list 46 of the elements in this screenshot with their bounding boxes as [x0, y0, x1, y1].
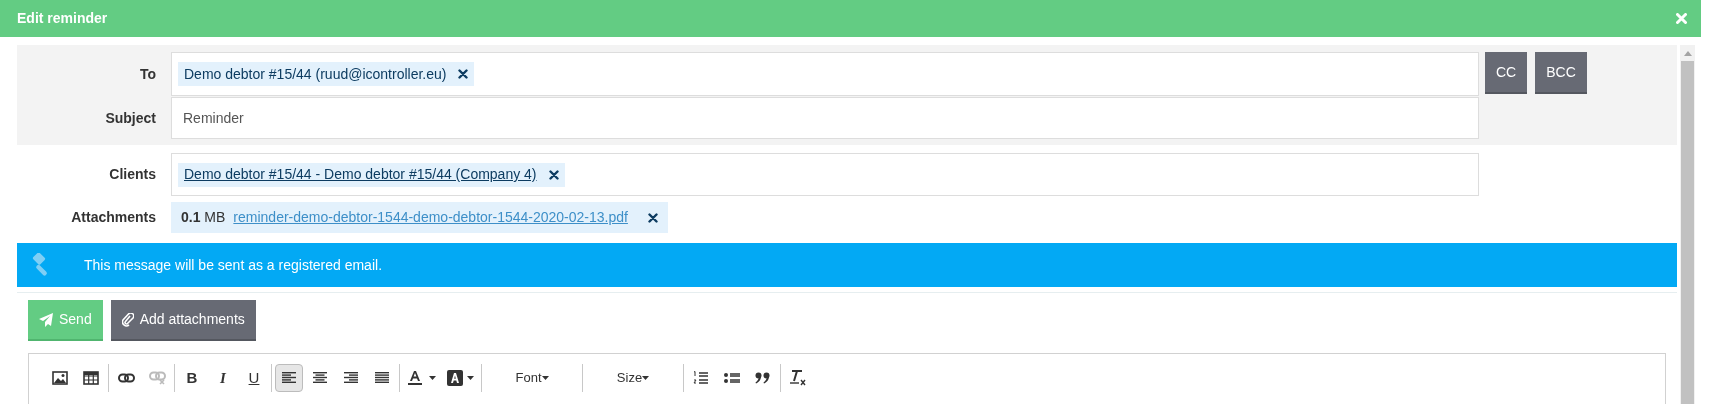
justify-icon — [374, 372, 390, 384]
copy-button[interactable]: CC — [1485, 52, 1528, 94]
align-center-icon — [312, 372, 328, 384]
recipient-name: Demo debtor #15/44 (ruud@icontroller.eu) — [184, 64, 447, 84]
align-right-icon — [343, 372, 359, 384]
caret-icon — [428, 376, 436, 380]
numbered-list-icon — [693, 371, 709, 385]
caret-icon — [642, 376, 650, 380]
remove-icon[interactable] — [458, 69, 469, 79]
paperclip-icon — [121, 312, 134, 327]
italic-button[interactable]: I — [209, 364, 237, 392]
caret-icon — [466, 376, 474, 380]
dropdown-button[interactable]: Size — [586, 364, 680, 392]
attachments-label: Attachments — [70, 208, 157, 227]
remove-icon[interactable] — [548, 169, 559, 180]
subject-label: Subject — [104, 108, 157, 128]
paper-plane-icon — [39, 312, 53, 327]
dialog-title: Edit reminder — [17, 9, 108, 28]
background-color-icon — [446, 370, 463, 386]
remove-icon[interactable] — [647, 212, 658, 223]
file-size: 0.1 MB — [181, 208, 226, 227]
quote-icon — [755, 372, 771, 384]
subject-field[interactable]: Reminder — [171, 97, 1479, 139]
link-icon — [117, 373, 135, 383]
to-label: To — [138, 64, 157, 84]
to-field[interactable]: Demo debtor #15/44 (ruud@icontroller.eu) — [171, 52, 1479, 96]
clients-label: Clients — [108, 165, 157, 184]
align-left-button[interactable] — [275, 364, 303, 392]
client-link[interactable]: Demo debtor #15/44 - Demo debtor #15/44 (Company 4) — [184, 164, 537, 185]
unlink-icon — [148, 371, 166, 385]
clear-formatting-icon — [789, 370, 807, 386]
image-icon — [52, 371, 68, 385]
scrollbar[interactable] — [1680, 45, 1695, 404]
text-color-icon — [406, 370, 425, 386]
add-attachments-button[interactable]: Add attachments — [110, 300, 256, 341]
bold-button[interactable]: B — [178, 364, 206, 392]
scroll-thumb[interactable] — [1681, 61, 1694, 404]
caret-icon — [541, 376, 549, 380]
banner-text: This message will be sent as a registered email. — [84, 255, 383, 275]
table-icon — [83, 371, 99, 385]
clients-field[interactable]: Demo debtor #15/44 - Demo debtor #15/44 (Company 4) — [171, 153, 1479, 196]
underline-button[interactable]: U — [240, 364, 268, 392]
bulleted-list-icon — [724, 372, 740, 384]
align-left-icon — [281, 372, 297, 384]
dropdown-button[interactable]: Font — [485, 364, 579, 392]
copy-button[interactable]: BCC — [1535, 52, 1587, 94]
